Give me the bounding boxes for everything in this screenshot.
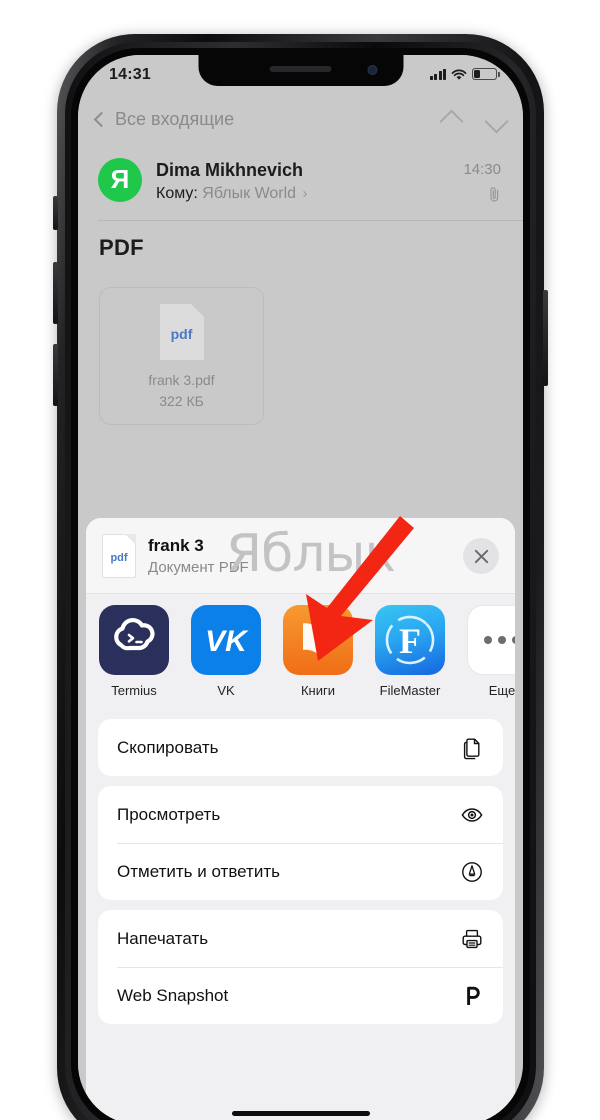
mail-nav-bar: Все входящие [78, 99, 523, 149]
volume-down-button[interactable] [53, 344, 58, 406]
attachment-filesize: 322 КБ [159, 393, 204, 409]
pdf-thumbnail-badge: pdf [110, 552, 128, 564]
action-row-web-snapshot[interactable]: Web Snapshot [98, 967, 503, 1024]
mail-header: Я Dima Mikhnevich Кому: Яблык World › 14… [78, 149, 523, 221]
share-app-termius[interactable]: Termius [98, 605, 170, 698]
action-row-markup-reply[interactable]: Отметить и ответить [98, 843, 503, 900]
phone-screen: 14:31 Все входящие Я Dima Mikhnevich Ком… [78, 55, 523, 1120]
recipient-label: Кому: [156, 185, 198, 202]
copy-icon [459, 735, 485, 761]
share-sheet: Яблык pdf frank 3 Документ PDF Termius V… [86, 518, 515, 1120]
chevron-left-icon [93, 111, 110, 128]
action-row-copy[interactable]: Скопировать [98, 719, 503, 776]
share-app-more[interactable]: Еще [466, 605, 515, 698]
avatar-letter: Я [110, 164, 130, 194]
close-icon [474, 549, 488, 563]
printer-icon [459, 926, 485, 952]
action-label: Напечатать [117, 928, 209, 948]
svg-text:VK: VK [205, 625, 249, 658]
share-app-label: FileMaster [379, 683, 441, 698]
action-label: Отметить и ответить [117, 861, 280, 881]
share-actions-group-3: Напечатать Web Snapshot [98, 910, 503, 1024]
more-app-icon [467, 605, 515, 675]
ellipsis-icon [468, 636, 515, 644]
share-document-subtitle: Документ PDF [148, 559, 249, 576]
wifi-icon [451, 68, 467, 80]
share-sheet-header: Яблык pdf frank 3 Документ PDF [86, 518, 515, 594]
action-label: Просмотреть [117, 804, 221, 824]
volume-up-button[interactable] [53, 262, 58, 324]
pdf-document-thumbnail: pdf [102, 534, 136, 578]
pdf-badge-label: pdf [170, 326, 193, 342]
share-actions-group-2: Просмотреть Отметить и ответить [98, 786, 503, 900]
silent-switch[interactable] [53, 196, 58, 230]
chevron-right-icon: › [302, 185, 308, 202]
share-app-label: Еще [488, 683, 515, 698]
watermark-text: Яблык [226, 524, 396, 584]
message-nav-arrows [439, 109, 509, 134]
chevron-down-icon[interactable] [484, 109, 509, 134]
front-camera [367, 65, 377, 75]
avatar: Я [98, 158, 142, 202]
share-app-label: VK [217, 683, 235, 698]
battery-low-icon [472, 68, 500, 80]
back-button-label: Все входящие [115, 109, 235, 129]
markup-icon [459, 859, 485, 885]
attachment-filename: frank 3.pdf [148, 372, 215, 388]
home-indicator[interactable] [231, 1111, 370, 1116]
share-app-books[interactable]: Книги [282, 605, 354, 698]
back-to-inbox-button[interactable]: Все входящие [92, 109, 234, 130]
header-divider [98, 220, 523, 221]
filemaster-app-icon: F [375, 605, 445, 675]
status-bar-indicators [429, 68, 500, 80]
action-label: Скопировать [117, 737, 219, 757]
earpiece-speaker [269, 66, 332, 72]
attachment-tile[interactable]: pdf frank 3.pdf 322 КБ [99, 287, 264, 425]
recipient-value: Яблык World [202, 185, 297, 202]
pdf-file-icon: pdf [159, 304, 204, 360]
share-app-filemaster[interactable]: F FileMaster [374, 605, 446, 698]
close-button[interactable] [463, 538, 499, 574]
share-app-row[interactable]: Termius VK VK Книги F FileMaster Еще [86, 594, 515, 709]
action-label: Web Snapshot [117, 985, 229, 1005]
mail-subject: PDF [99, 235, 144, 260]
cellular-bars-icon [429, 68, 446, 80]
svg-text:F: F [399, 621, 421, 661]
share-document-title: frank 3 [148, 536, 204, 555]
action-row-preview[interactable]: Просмотреть [98, 786, 503, 843]
paperclip-icon [488, 186, 501, 203]
share-actions-group-1: Скопировать [98, 719, 503, 776]
chevron-up-icon[interactable] [439, 109, 464, 134]
mail-timestamp: 14:30 [463, 161, 501, 178]
status-bar-time: 14:31 [109, 66, 151, 83]
share-app-vk[interactable]: VK VK [190, 605, 262, 698]
screenshot-stage: 14:31 Все входящие Я Dima Mikhnevich Ком… [0, 0, 600, 1120]
eye-icon [459, 802, 485, 828]
share-app-label: Книги [300, 683, 336, 698]
books-app-icon [283, 605, 353, 675]
action-row-print[interactable]: Напечатать [98, 910, 503, 967]
share-app-label: Termius [111, 683, 157, 698]
vk-app-icon: VK [191, 605, 261, 675]
power-button[interactable] [543, 290, 548, 386]
recipient-row[interactable]: Кому: Яблык World › [156, 185, 308, 203]
notch [198, 55, 403, 86]
sender-name: Dima Mikhnevich [156, 160, 304, 180]
web-snapshot-icon [459, 983, 485, 1009]
termius-app-icon [99, 605, 169, 675]
